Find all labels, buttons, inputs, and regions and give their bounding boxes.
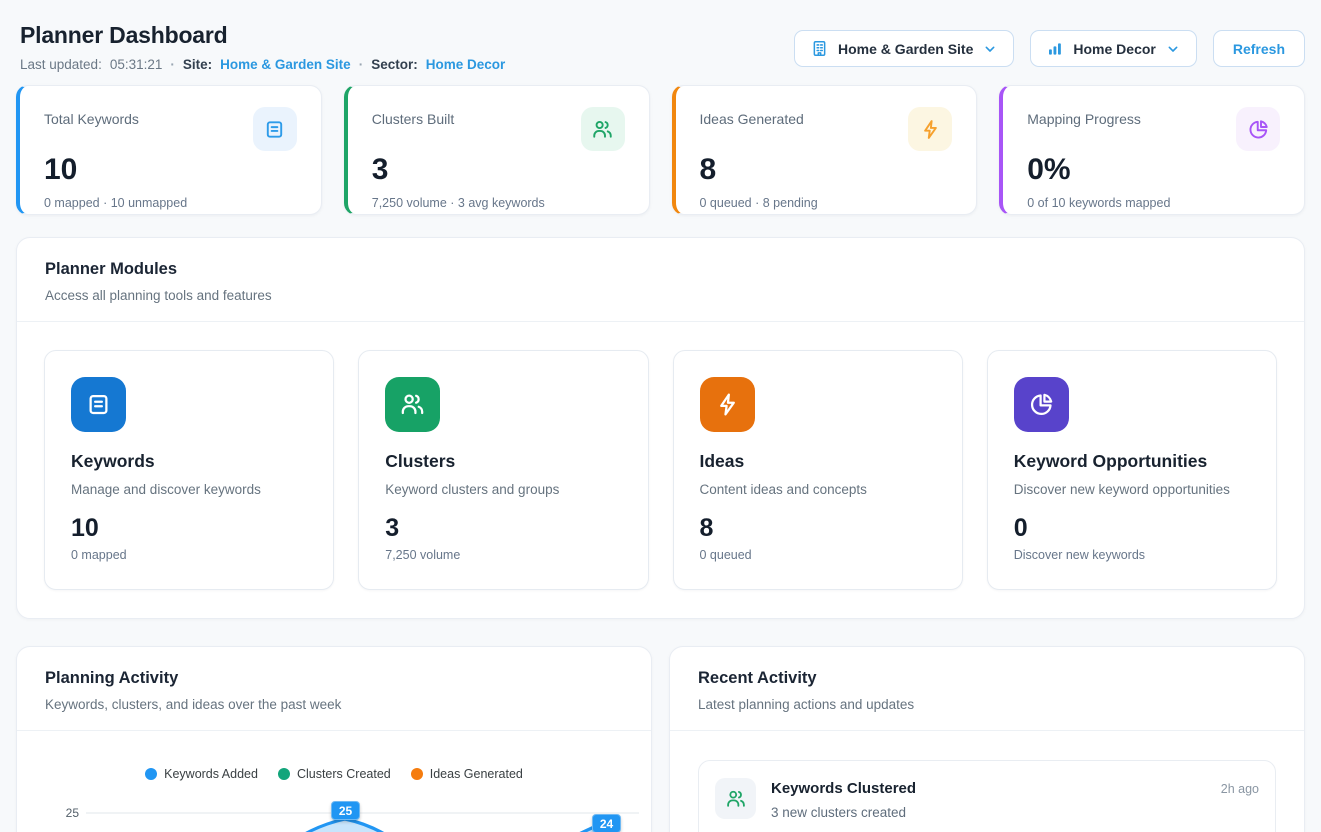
building-icon bbox=[810, 39, 829, 58]
site-link[interactable]: Home & Garden Site bbox=[220, 57, 351, 72]
module-subtitle: 0 queued bbox=[700, 548, 936, 562]
sector-label: Sector: bbox=[371, 57, 418, 72]
users-icon bbox=[385, 377, 440, 432]
stat-card-ideas-generated: Ideas Generated 8 0 queued · 8 pending bbox=[672, 85, 978, 215]
module-subtitle: Discover new keywords bbox=[1014, 548, 1250, 562]
document-icon bbox=[71, 377, 126, 432]
stat-card-clusters-built: Clusters Built 3 7,250 volume · 3 avg ke… bbox=[344, 85, 650, 215]
modules-grid: Keywords Manage and discover keywords 10… bbox=[17, 322, 1304, 618]
lightning-icon bbox=[908, 107, 952, 151]
module-card-keyword-opportunities[interactable]: Keyword Opportunities Discover new keywo… bbox=[987, 350, 1277, 590]
stat-value: 3 bbox=[372, 153, 625, 187]
module-value: 10 bbox=[71, 514, 307, 543]
panel-title: Recent Activity bbox=[698, 669, 1276, 688]
stat-subtitle: 0 of 10 keywords mapped bbox=[1027, 196, 1280, 210]
module-card-clusters[interactable]: Clusters Keyword clusters and groups 3 7… bbox=[358, 350, 648, 590]
refresh-button[interactable]: Refresh bbox=[1213, 30, 1305, 67]
stat-value: 0% bbox=[1027, 153, 1280, 187]
page-title: Planner Dashboard bbox=[16, 22, 505, 49]
module-description: Keyword clusters and groups bbox=[385, 482, 621, 497]
pie-chart-icon bbox=[1014, 377, 1069, 432]
recent-activity-panel: Recent Activity Latest planning actions … bbox=[669, 646, 1305, 832]
pie-chart-icon bbox=[1236, 107, 1280, 151]
module-description: Content ideas and concepts bbox=[700, 482, 936, 497]
stat-subtitle: 7,250 volume · 3 avg keywords bbox=[372, 196, 625, 210]
stat-value: 10 bbox=[44, 153, 297, 187]
site-label: Site: bbox=[183, 57, 212, 72]
document-icon bbox=[253, 107, 297, 151]
planner-dashboard-page: Planner Dashboard Last updated: 05:31:21… bbox=[0, 0, 1321, 832]
topbar-actions: Home & Garden Site Home Decor bbox=[794, 30, 1305, 67]
stat-title: Total Keywords bbox=[44, 107, 139, 127]
panel-title: Planning Activity bbox=[45, 669, 623, 688]
lightning-icon bbox=[700, 377, 755, 432]
users-icon bbox=[715, 778, 756, 819]
data-label-badge: 25 bbox=[331, 801, 360, 820]
planning-activity-panel: Planning Activity Keywords, clusters, an… bbox=[16, 646, 652, 832]
users-icon bbox=[581, 107, 625, 151]
last-updated-label: Last updated: bbox=[20, 57, 102, 72]
section-subtitle: Access all planning tools and features bbox=[45, 288, 1276, 303]
topbar: Planner Dashboard Last updated: 05:31:21… bbox=[16, 0, 1305, 72]
bar-chart-icon bbox=[1046, 40, 1064, 58]
module-title: Ideas bbox=[700, 451, 936, 472]
divider bbox=[670, 730, 1304, 731]
separator-dot: · bbox=[359, 57, 364, 72]
activity-title: Keywords Clustered bbox=[771, 778, 916, 797]
module-card-keywords[interactable]: Keywords Manage and discover keywords 10… bbox=[44, 350, 334, 590]
panel-subtitle: Keywords, clusters, and ideas over the p… bbox=[45, 697, 623, 712]
panel-subtitle: Latest planning actions and updates bbox=[698, 697, 1276, 712]
activity-item-keywords-clustered: Keywords Clustered 3 new clusters create… bbox=[698, 760, 1276, 832]
sector-selector-label: Home Decor bbox=[1073, 41, 1155, 57]
module-subtitle: 7,250 volume bbox=[385, 548, 621, 562]
section-title: Planner Modules bbox=[45, 260, 1276, 279]
planning-activity-chart: Keywords Added Clusters Created Ideas Ge… bbox=[17, 731, 651, 832]
module-description: Discover new keyword opportunities bbox=[1014, 482, 1250, 497]
topbar-left: Planner Dashboard Last updated: 05:31:21… bbox=[16, 22, 505, 72]
activity-text: Keywords Clustered 3 new clusters create… bbox=[771, 778, 916, 820]
stat-card-total-keywords: Total Keywords 10 0 mapped · 10 unmapped bbox=[16, 85, 322, 215]
module-card-ideas[interactable]: Ideas Content ideas and concepts 8 0 que… bbox=[673, 350, 963, 590]
stats-row: Total Keywords 10 0 mapped · 10 unmapped… bbox=[16, 85, 1305, 215]
stat-title: Mapping Progress bbox=[1027, 107, 1141, 127]
chevron-down-icon bbox=[982, 41, 998, 57]
activity-subtitle: 3 new clusters created bbox=[771, 805, 916, 820]
chevron-down-icon bbox=[1165, 41, 1181, 57]
sector-link[interactable]: Home Decor bbox=[426, 57, 506, 72]
module-title: Clusters bbox=[385, 451, 621, 472]
module-title: Keyword Opportunities bbox=[1014, 451, 1250, 472]
data-label-badge: 24 bbox=[592, 814, 621, 832]
module-value: 0 bbox=[1014, 514, 1250, 543]
stat-subtitle: 0 queued · 8 pending bbox=[700, 196, 953, 210]
planner-modules-section: Planner Modules Access all planning tool… bbox=[16, 237, 1305, 619]
stat-card-mapping-progress: Mapping Progress 0% 0 of 10 keywords map… bbox=[999, 85, 1305, 215]
header-meta: Last updated: 05:31:21 · Site: Home & Ga… bbox=[16, 57, 505, 72]
separator-dot: · bbox=[170, 57, 175, 72]
module-title: Keywords bbox=[71, 451, 307, 472]
module-value: 8 bbox=[700, 514, 936, 543]
stat-title: Clusters Built bbox=[372, 107, 454, 127]
activity-timestamp: 2h ago bbox=[1221, 778, 1259, 796]
stat-value: 8 bbox=[700, 153, 953, 187]
stat-subtitle: 0 mapped · 10 unmapped bbox=[44, 196, 297, 210]
bottom-row: Planning Activity Keywords, clusters, an… bbox=[16, 646, 1305, 832]
module-value: 3 bbox=[385, 514, 621, 543]
site-selector-label: Home & Garden Site bbox=[838, 41, 973, 57]
module-subtitle: 0 mapped bbox=[71, 548, 307, 562]
sector-selector-dropdown[interactable]: Home Decor bbox=[1030, 30, 1196, 67]
stat-title: Ideas Generated bbox=[700, 107, 804, 127]
site-selector-dropdown[interactable]: Home & Garden Site bbox=[794, 30, 1014, 67]
module-description: Manage and discover keywords bbox=[71, 482, 307, 497]
last-updated-time: 05:31:21 bbox=[110, 57, 163, 72]
